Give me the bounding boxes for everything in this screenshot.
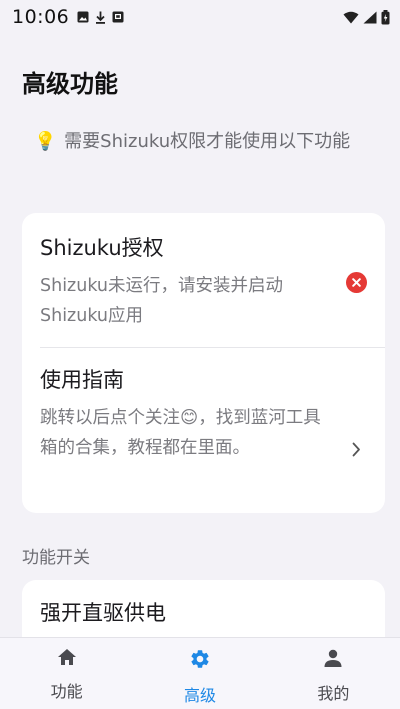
shizuku-auth-row[interactable]: Shizuku授权 Shizuku未运行，请安装并启动Shizuku应用 bbox=[22, 213, 385, 347]
lightbulb-icon: 💡 bbox=[34, 131, 57, 152]
notification-icon bbox=[112, 11, 124, 23]
usage-guide-title: 使用指南 bbox=[40, 368, 124, 392]
shizuku-card: Shizuku授权 Shizuku未运行，请安装并启动Shizuku应用 使用指… bbox=[22, 213, 385, 513]
nav-item-profile[interactable]: 我的 bbox=[267, 638, 400, 709]
section-label-feature-switches: 功能开关 bbox=[22, 548, 90, 568]
status-bar: 10:06 bbox=[0, 0, 400, 34]
permission-notice-text: 需要Shizuku权限才能使用以下功能 bbox=[64, 131, 351, 152]
usage-guide-desc: 跳转以后点个关注😊，找到蓝河工具箱的合集，教程都在里面。 bbox=[40, 408, 321, 458]
image-icon bbox=[77, 11, 89, 23]
download-icon bbox=[96, 11, 106, 24]
nav-label-profile: 我的 bbox=[317, 684, 350, 703]
nav-item-advanced[interactable]: 高级 bbox=[133, 638, 266, 709]
nav-label-features: 功能 bbox=[50, 682, 83, 701]
nav-label-advanced: 高级 bbox=[183, 686, 216, 705]
person-icon bbox=[324, 649, 342, 667]
force-direct-charge-item[interactable]: 强开直驱供电 bbox=[22, 580, 385, 628]
error-icon bbox=[346, 272, 367, 293]
page-title: 高级功能 bbox=[22, 70, 118, 98]
status-left: 10:06 bbox=[12, 6, 124, 28]
status-time: 10:06 bbox=[12, 6, 70, 28]
shizuku-auth-desc: Shizuku未运行，请安装并启动Shizuku应用 bbox=[40, 276, 284, 326]
bottom-navigation: 功能 高级 我的 bbox=[0, 637, 400, 709]
battery-icon bbox=[381, 9, 390, 24]
usage-guide-row[interactable]: 使用指南 跳转以后点个关注😊，找到蓝河工具箱的合集，教程都在里面。 bbox=[22, 347, 385, 463]
signal-icon bbox=[363, 11, 377, 23]
wifi-icon bbox=[343, 11, 359, 23]
chevron-right-icon bbox=[352, 442, 361, 461]
permission-notice: 💡 需要Shizuku权限才能使用以下功能 bbox=[34, 127, 376, 157]
status-right bbox=[343, 9, 390, 25]
nav-item-features[interactable]: 功能 bbox=[0, 638, 133, 709]
status-notification-icons bbox=[77, 11, 124, 24]
shizuku-auth-title: Shizuku授权 bbox=[40, 236, 164, 260]
gear-icon bbox=[191, 650, 209, 668]
home-icon bbox=[57, 649, 76, 665]
